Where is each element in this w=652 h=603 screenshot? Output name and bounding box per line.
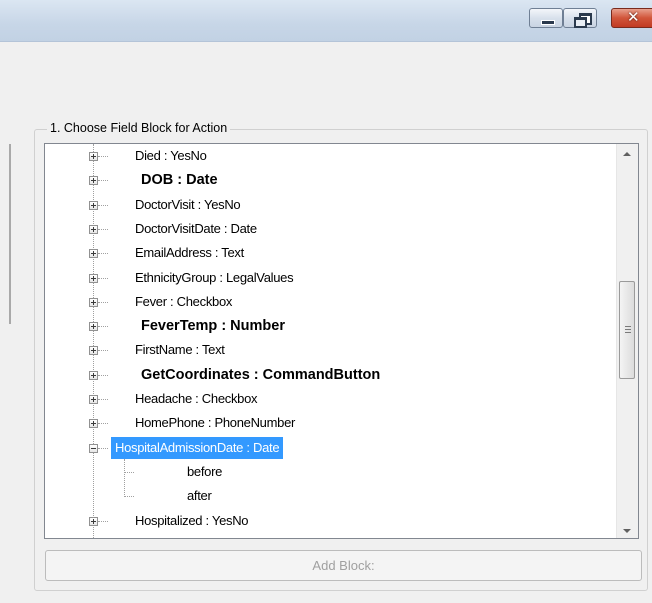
expand-icon[interactable] [89,152,98,161]
tree-node-label: HospitalAdmissionDate : Date [111,436,284,459]
tree-node-label: EthnicityGroup : LegalValues [135,269,294,285]
tree-branch-line [98,180,108,182]
tree-node[interactable]: EmailAddress : Text [45,242,617,264]
title-bar: ✕ [0,0,652,42]
scroll-thumb[interactable] [619,281,635,379]
expand-icon[interactable] [89,346,98,356]
expand-icon[interactable] [89,200,98,210]
tree-node-label: Fever : Checkbox [135,293,233,309]
restore-icon-back [574,17,587,28]
tree-node-label: Died : YesNo [135,148,207,163]
tree-branch-line [124,496,134,498]
collapse-icon[interactable] [89,443,98,453]
splitter-handle[interactable] [9,144,11,324]
tree-child-label: before [187,463,223,479]
tree-node[interactable]: DOB : Date [45,169,617,191]
tree-branch-line [98,204,108,206]
tree-node-label: DoctorVisitDate : Date [135,220,257,236]
grip-line [625,332,631,333]
tree-node-label: Hospitalized : YesNo [135,512,249,528]
expand-icon[interactable] [89,370,98,380]
minimize-button[interactable] [529,8,563,28]
scroll-down-icon[interactable] [623,529,631,533]
tree-node-label: ILI : YesNo [135,534,195,538]
tree-node[interactable]: HomePhone : PhoneNumber [45,412,617,434]
tree-node-label: GetCoordinates : CommandButton [141,366,381,383]
tree-branch-line [98,277,108,279]
expand-icon[interactable] [89,419,98,429]
tree-branch-line [98,156,108,157]
tree-node-label: DoctorVisit : YesNo [135,196,241,212]
tree-node[interactable]: FeverTemp : Number [45,315,617,337]
tree-branch-line [98,228,108,230]
tree-branch-line [98,350,108,352]
tree-node[interactable]: FirstName : Text [45,339,617,361]
tree-child-node[interactable]: after [45,485,617,507]
tree-node[interactable]: EthnicityGroup : LegalValues [45,267,617,289]
grip-line [625,326,631,327]
tree-node[interactable]: DoctorVisitDate : Date [45,218,617,240]
tree-branch-line [98,301,108,303]
tree-branch-line [98,399,108,400]
tree-branch-line [98,423,108,425]
add-block-button[interactable]: Add Block: [45,550,642,581]
tree-node[interactable]: Fever : Checkbox [45,291,617,313]
tree-node-label: DOB : Date [141,172,218,189]
expand-icon[interactable] [89,322,98,332]
tree-node[interactable]: ILI : YesNo [45,534,617,538]
expand-icon[interactable] [89,297,98,307]
tree-node[interactable]: Died : YesNo [45,145,617,167]
expand-icon[interactable] [89,176,98,186]
tree-node-label: HomePhone : PhoneNumber [135,415,296,431]
tree-branch-line [98,253,108,255]
tree-content: Died : YesNo DOB : Date DoctorVisit : YesN… [45,144,617,538]
group-title: 1. Choose Field Block for Action [47,121,231,135]
tree-branch-line [98,326,108,328]
restore-button[interactable] [563,8,597,28]
tree-node-label: EmailAddress : Text [135,245,244,261]
close-button[interactable]: ✕ [611,8,652,28]
expand-icon[interactable] [89,516,98,526]
expand-icon[interactable] [89,224,98,234]
minimize-icon [541,20,555,25]
tree-branch-line [98,447,108,449]
tree-node[interactable]: HospitalAdmissionDate : Date [45,436,617,459]
tree-node-label: FeverTemp : Number [141,318,285,335]
grip-line [625,329,631,330]
tree-node[interactable]: Hospitalized : YesNo [45,510,617,532]
expand-icon[interactable] [89,395,98,404]
tree-child-label: after [187,488,212,504]
expand-icon[interactable] [89,249,98,259]
tree-branch-line [124,471,134,473]
expand-icon[interactable] [89,273,98,283]
close-icon: ✕ [627,8,640,26]
field-block-tree[interactable]: Died : YesNo DOB : Date DoctorVisit : YesN… [44,143,639,539]
tree-node-label: Headache : Checkbox [135,391,258,406]
tree-node[interactable]: Headache : Checkbox [45,388,617,410]
vertical-scrollbar[interactable] [616,144,638,538]
scroll-up-icon[interactable] [623,152,631,156]
tree-node[interactable]: DoctorVisit : YesNo [45,194,617,216]
tree-branch-line [98,520,108,522]
tree-branch-line [98,374,108,376]
tree-child-node[interactable]: before [45,461,617,483]
tree-node-label: FirstName : Text [135,342,225,358]
tree-node[interactable]: GetCoordinates : CommandButton [45,364,617,386]
